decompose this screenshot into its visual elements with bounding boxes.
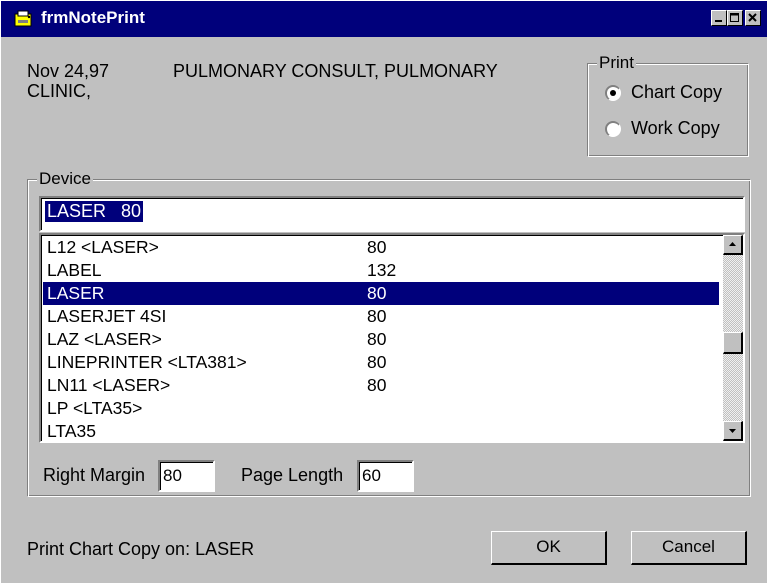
device-list-row[interactable]: LN11 <LASER> 80: [43, 374, 719, 397]
device-list-row[interactable]: LASERJET 4SI 80: [43, 305, 719, 328]
page-length-label: Page Length: [241, 465, 344, 485]
device-list-row[interactable]: LTA35: [43, 420, 719, 443]
scroll-thumb[interactable]: [723, 332, 743, 354]
work-copy-label[interactable]: Work Copy: [631, 118, 720, 139]
device-list-row-selected[interactable]: LASER 80: [43, 282, 719, 305]
device-list-row[interactable]: LINEPRINTER <LTA381> 80: [43, 351, 719, 374]
chart-copy-radio[interactable]: [605, 85, 621, 101]
title-bar[interactable]: frmNotePrint: [1, 1, 767, 37]
ok-button[interactable]: OK: [491, 531, 607, 565]
device-list[interactable]: L12 <LASER> 80 LABEL 132 LASER 80 LASERJET …: [39, 233, 745, 443]
scroll-up-button[interactable]: [723, 235, 743, 255]
arrow-down-icon: [729, 429, 736, 433]
device-list-row[interactable]: LABEL 132: [43, 259, 719, 282]
app-icon: [14, 10, 32, 27]
close-icon: [748, 13, 757, 22]
arrow-up-icon: [729, 242, 736, 246]
note-print-window: frmNotePrint Nov 24,97 PULMONARY CONSULT…: [0, 0, 768, 584]
chart-copy-label[interactable]: Chart Copy: [631, 82, 722, 103]
device-list-rows: L12 <LASER> 80 LABEL 132 LASER 80 LASERJET …: [43, 236, 719, 443]
right-margin-input[interactable]: 80: [158, 460, 215, 492]
print-groupbox: [587, 63, 749, 157]
device-input-value: LASER 80: [45, 201, 144, 222]
close-button[interactable]: [745, 10, 761, 26]
status-text: Print Chart Copy on: LASER: [27, 539, 255, 559]
note-title: PULMONARY CONSULT, PULMONARY: [173, 61, 498, 81]
radio-selected-dot: [610, 90, 616, 96]
right-margin-label: Right Margin: [43, 465, 146, 485]
device-input[interactable]: LASER 80: [39, 196, 745, 232]
device-list-row[interactable]: L12 <LASER> 80: [43, 236, 719, 259]
device-list-row[interactable]: LAZ <LASER> 80: [43, 328, 719, 351]
note-location: CLINIC,: [27, 81, 92, 101]
minimize-button[interactable]: [711, 10, 727, 26]
scroll-down-button[interactable]: [723, 421, 743, 441]
device-group-caption: Device: [37, 169, 93, 189]
page-length-input[interactable]: 60: [357, 460, 414, 492]
cancel-button[interactable]: Cancel: [631, 531, 747, 565]
maximize-icon: [730, 13, 739, 22]
minimize-icon: [715, 20, 722, 22]
device-list-row[interactable]: LP <LTA35>: [43, 397, 719, 420]
device-list-scrollbar[interactable]: [723, 235, 743, 441]
note-date: Nov 24,97: [27, 61, 110, 81]
window-title: frmNotePrint: [41, 8, 145, 27]
maximize-button[interactable]: [727, 10, 743, 26]
work-copy-radio[interactable]: [605, 121, 621, 137]
print-group-caption: Print: [597, 53, 636, 73]
